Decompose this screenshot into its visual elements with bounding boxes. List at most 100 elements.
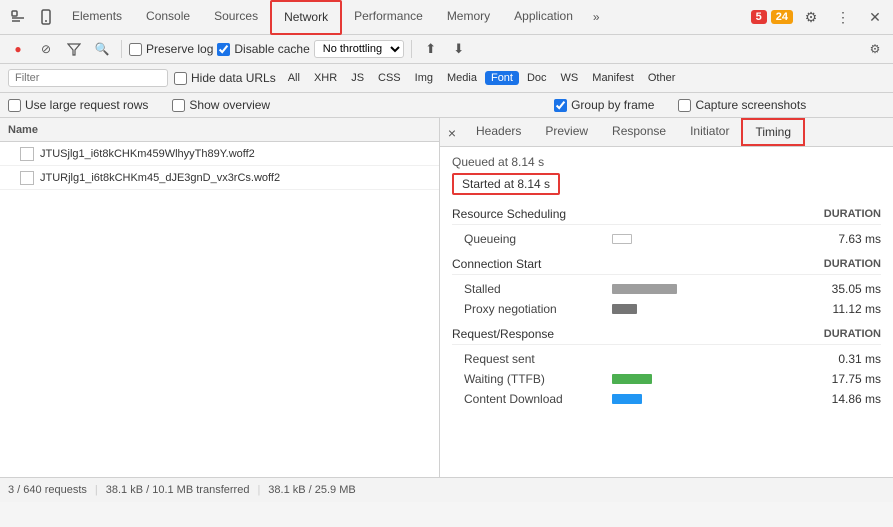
timing-resource-scheduling: Resource Scheduling DURATION Queueing 7.… <box>452 207 881 249</box>
tab-headers[interactable]: Headers <box>464 118 533 146</box>
filter-other[interactable]: Other <box>642 71 682 85</box>
transferred-info: 38.1 kB / 10.1 MB transferred <box>106 484 250 496</box>
tab-performance[interactable]: Performance <box>342 0 435 35</box>
hide-data-urls-checkbox[interactable]: Hide data URLs <box>174 71 276 85</box>
group-by-frame-checkbox[interactable]: Group by frame <box>554 98 654 112</box>
separator-2 <box>411 40 412 58</box>
throttle-select[interactable]: No throttling Slow 3G Fast 3G Offline <box>314 40 404 58</box>
main-content: Name JTUSjlg1_i6t8kCHKm459WlhyyTh89Y.wof… <box>0 118 893 477</box>
filter-js[interactable]: JS <box>345 71 370 85</box>
proxy-bar-visual <box>612 304 637 314</box>
show-overview-checkbox[interactable]: Show overview <box>172 98 270 112</box>
timing-row-stalled: Stalled 35.05 ms <box>452 279 881 299</box>
large-rows-checkbox[interactable]: Use large request rows <box>8 98 148 112</box>
timing-connection-start: Connection Start DURATION Stalled 35.05 … <box>452 257 881 319</box>
upload-icon[interactable]: ⬆ <box>419 37 443 61</box>
filter-media[interactable]: Media <box>441 71 483 85</box>
ttfb-bar <box>612 374 811 384</box>
filter-bar: Hide data URLs All XHR JS CSS Img Media … <box>0 64 893 93</box>
settings-icon[interactable]: ⚙ <box>797 3 825 31</box>
content-download-bar-visual <box>612 394 642 404</box>
queueing-bar <box>612 234 811 244</box>
tab-actions: 5 24 ⚙ ⋮ ✕ <box>751 3 889 31</box>
queued-info: Queued at 8.14 s <box>452 155 881 169</box>
timing-row-ttfb: Waiting (TTFB) 17.75 ms <box>452 369 881 389</box>
detail-tabs: × Headers Preview Response Initiator Tim… <box>440 118 893 147</box>
tab-preview[interactable]: Preview <box>533 118 600 146</box>
list-item-checkbox <box>20 171 34 185</box>
status-sep-2: | <box>257 484 260 496</box>
timing-panel: Queued at 8.14 s Started at 8.14 s Resou… <box>440 147 893 477</box>
list-header: Name <box>0 118 439 142</box>
filter-img[interactable]: Img <box>409 71 439 85</box>
filter-input[interactable] <box>8 69 168 87</box>
preserve-log-checkbox[interactable]: Preserve log <box>129 42 213 56</box>
status-sep-1: | <box>95 484 98 496</box>
disable-cache-checkbox[interactable]: Disable cache <box>217 42 309 56</box>
stalled-bar-visual <box>612 284 677 294</box>
capture-screenshots-checkbox[interactable]: Capture screenshots <box>678 98 806 112</box>
filter-doc[interactable]: Doc <box>521 71 553 85</box>
tab-more[interactable]: » <box>585 0 608 35</box>
queueing-bar-visual <box>612 234 632 244</box>
proxy-bar <box>612 304 811 314</box>
filter-ws[interactable]: WS <box>555 71 585 85</box>
inspect-icon[interactable] <box>4 3 32 31</box>
tab-response[interactable]: Response <box>600 118 678 146</box>
content-download-bar <box>612 394 811 404</box>
list-item-checkbox <box>20 147 34 161</box>
timing-row-proxy: Proxy negotiation 11.12 ms <box>452 299 881 319</box>
tab-console[interactable]: Console <box>134 0 202 35</box>
list-item[interactable]: JTUSjlg1_i6t8kCHKm459WlhyyTh89Y.woff2 <box>0 142 439 166</box>
requests-count: 3 / 640 requests <box>8 484 87 496</box>
options-row-1: Use large request rows Show overview Gro… <box>0 93 893 118</box>
more-options-icon[interactable]: ⋮ <box>829 3 857 31</box>
tab-elements[interactable]: Elements <box>60 0 134 35</box>
detail-panel: × Headers Preview Response Initiator Tim… <box>440 118 893 477</box>
main-tabs: Elements Console Sources Network Perform… <box>60 0 608 35</box>
filter-css[interactable]: CSS <box>372 71 407 85</box>
tab-application[interactable]: Application <box>502 0 585 35</box>
resources-info: 38.1 kB / 25.9 MB <box>268 484 355 496</box>
options-right: Group by frame Capture screenshots <box>554 98 806 112</box>
timing-request-response: Request/Response DURATION Request sent 0… <box>452 327 881 409</box>
timing-row-request-sent: Request sent 0.31 ms <box>452 349 881 369</box>
filter-font[interactable]: Font <box>485 71 519 85</box>
status-bar: 3 / 640 requests | 38.1 kB / 10.1 MB tra… <box>0 477 893 502</box>
close-devtools-icon[interactable]: ✕ <box>861 3 889 31</box>
stalled-bar <box>612 284 811 294</box>
timing-row-queueing: Queueing 7.63 ms <box>452 229 881 249</box>
devtools-tab-bar: Elements Console Sources Network Perform… <box>0 0 893 35</box>
timing-row-content-download: Content Download 14.86 ms <box>452 389 881 409</box>
ttfb-bar-visual <box>612 374 652 384</box>
request-list: Name JTUSjlg1_i6t8kCHKm459WlhyyTh89Y.wof… <box>0 118 440 477</box>
filter-xhr[interactable]: XHR <box>308 71 343 85</box>
filter-icon[interactable] <box>62 37 86 61</box>
filter-manifest[interactable]: Manifest <box>586 71 640 85</box>
warning-badge: 24 <box>771 10 793 24</box>
tab-memory[interactable]: Memory <box>435 0 502 35</box>
download-icon[interactable]: ⬇ <box>447 37 471 61</box>
options-left: Use large request rows Show overview <box>8 98 270 112</box>
tab-initiator[interactable]: Initiator <box>678 118 741 146</box>
filter-all[interactable]: All <box>282 71 306 85</box>
timing-section-header: Resource Scheduling DURATION <box>452 207 881 225</box>
filter-types: All XHR JS CSS Img Media Font Doc WS Man… <box>282 71 682 85</box>
separator-1 <box>121 40 122 58</box>
record-button[interactable]: ● <box>6 37 30 61</box>
network-toolbar: ● ⊘ 🔍 Preserve log Disable cache No thro… <box>0 35 893 64</box>
timing-section-header-2: Connection Start DURATION <box>452 257 881 275</box>
detail-close-button[interactable]: × <box>440 118 464 147</box>
search-icon[interactable]: 🔍 <box>90 37 114 61</box>
tab-timing[interactable]: Timing <box>741 118 805 146</box>
tab-network[interactable]: Network <box>270 0 342 35</box>
error-badge: 5 <box>751 10 767 24</box>
timing-section-header-3: Request/Response DURATION <box>452 327 881 345</box>
tab-sources[interactable]: Sources <box>202 0 270 35</box>
network-settings-icon[interactable]: ⚙ <box>863 37 887 61</box>
started-info: Started at 8.14 s <box>452 173 560 195</box>
list-item[interactable]: JTURjlg1_i6t8kCHKm45_dJE3gnD_vx3rCs.woff… <box>0 166 439 190</box>
mobile-icon[interactable] <box>32 3 60 31</box>
stop-button[interactable]: ⊘ <box>34 37 58 61</box>
error-badge-container: 5 24 <box>751 10 793 24</box>
